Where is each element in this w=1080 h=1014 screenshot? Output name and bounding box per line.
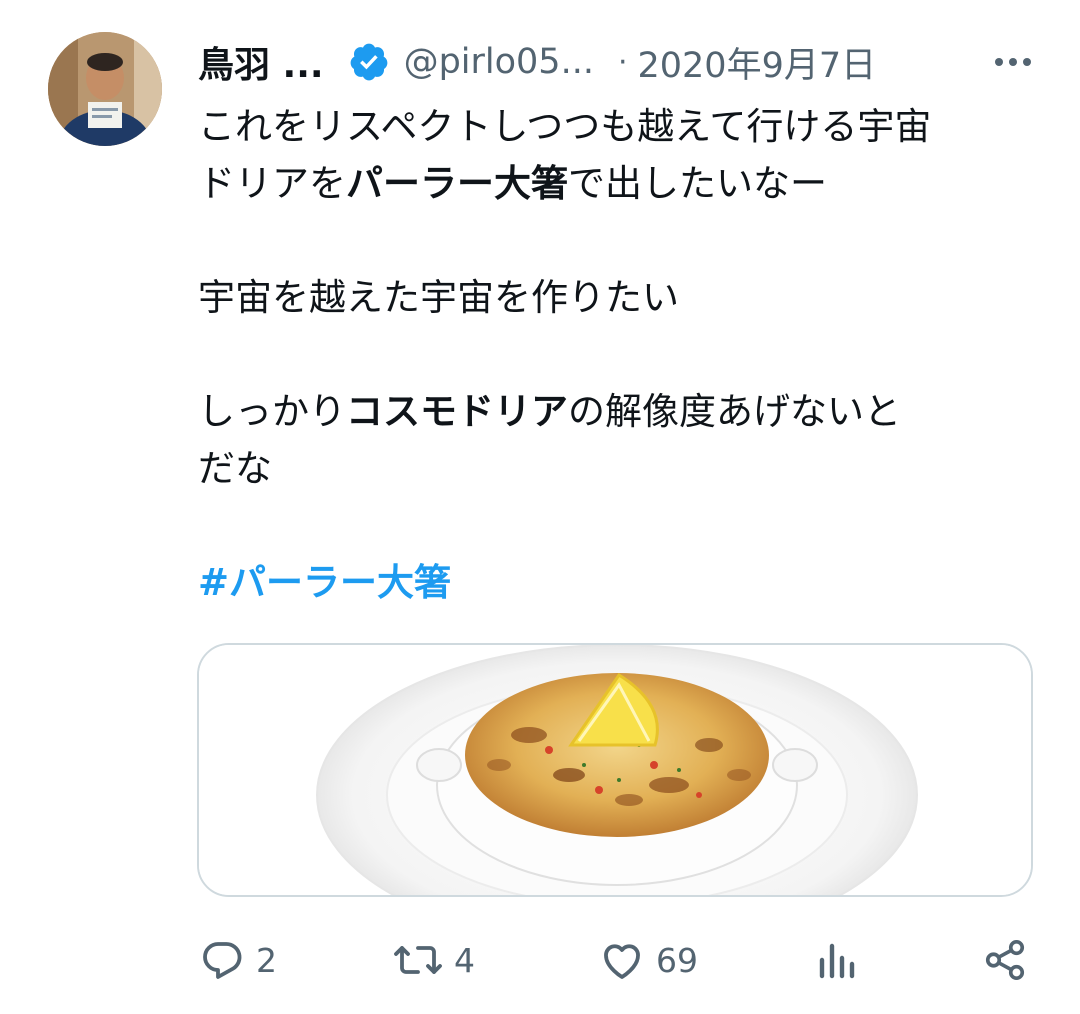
avatar[interactable]: [48, 32, 162, 146]
tweet-line: 宇宙を越えた宇宙を作りたい: [198, 276, 679, 319]
more-icon[interactable]: [988, 42, 1038, 82]
separator: ·: [617, 44, 628, 80]
retweet-count: 4: [454, 940, 475, 980]
like-count: 69: [656, 940, 698, 980]
tweet-line: ドリアをパーラー大箸で出したいなー: [198, 155, 1048, 212]
bold-text: パーラー大箸: [346, 162, 568, 205]
retweet-icon: [392, 936, 444, 984]
share-icon: [982, 936, 1028, 984]
hashtag-link[interactable]: #パーラー大箸: [198, 554, 1048, 611]
bold-text: コスモドリア: [346, 390, 568, 433]
share-button[interactable]: [982, 928, 1028, 992]
tweet-text-segment: の解像度あげないと: [568, 390, 901, 433]
analytics-icon: [816, 936, 860, 984]
tweet-line: しっかりコスモドリアの解像度あげないと: [198, 383, 1048, 440]
tweet-text-segment: しっかり: [198, 390, 346, 433]
verified-badge-icon: [348, 41, 390, 83]
tweet-text-segment: で出したいなー: [568, 162, 827, 205]
like-button[interactable]: 69: [598, 928, 698, 992]
reply-button[interactable]: 2: [198, 928, 277, 992]
display-name[interactable]: 鳥羽 ...: [198, 36, 324, 88]
like-icon: [598, 936, 646, 984]
tweet-line: これをリスペクトしつつも越えて行ける宇宙: [198, 105, 932, 148]
tweet[interactable]: 鳥羽 ... @pirlo05... · 2020年9月7日 これをリスペクトし…: [0, 0, 1080, 1014]
analytics-button[interactable]: [816, 928, 860, 992]
tweet-text-segment: ドリアを: [198, 162, 346, 205]
tweet-date[interactable]: 2020年9月7日: [638, 37, 877, 88]
tweet-text: これをリスペクトしつつも越えて行ける宇宙 ドリアをパーラー大箸で出したいなー 宇…: [198, 98, 1048, 611]
tweet-line: だな: [198, 447, 272, 490]
reply-icon: [198, 936, 246, 984]
tweet-media-image[interactable]: [197, 643, 1033, 897]
user-handle[interactable]: @pirlo05...: [404, 42, 594, 82]
tweet-header: 鳥羽 ... @pirlo05... · 2020年9月7日: [198, 34, 1038, 90]
action-bar: 2 4 69: [198, 928, 1038, 992]
reply-count: 2: [256, 940, 277, 980]
retweet-button[interactable]: 4: [392, 928, 475, 992]
